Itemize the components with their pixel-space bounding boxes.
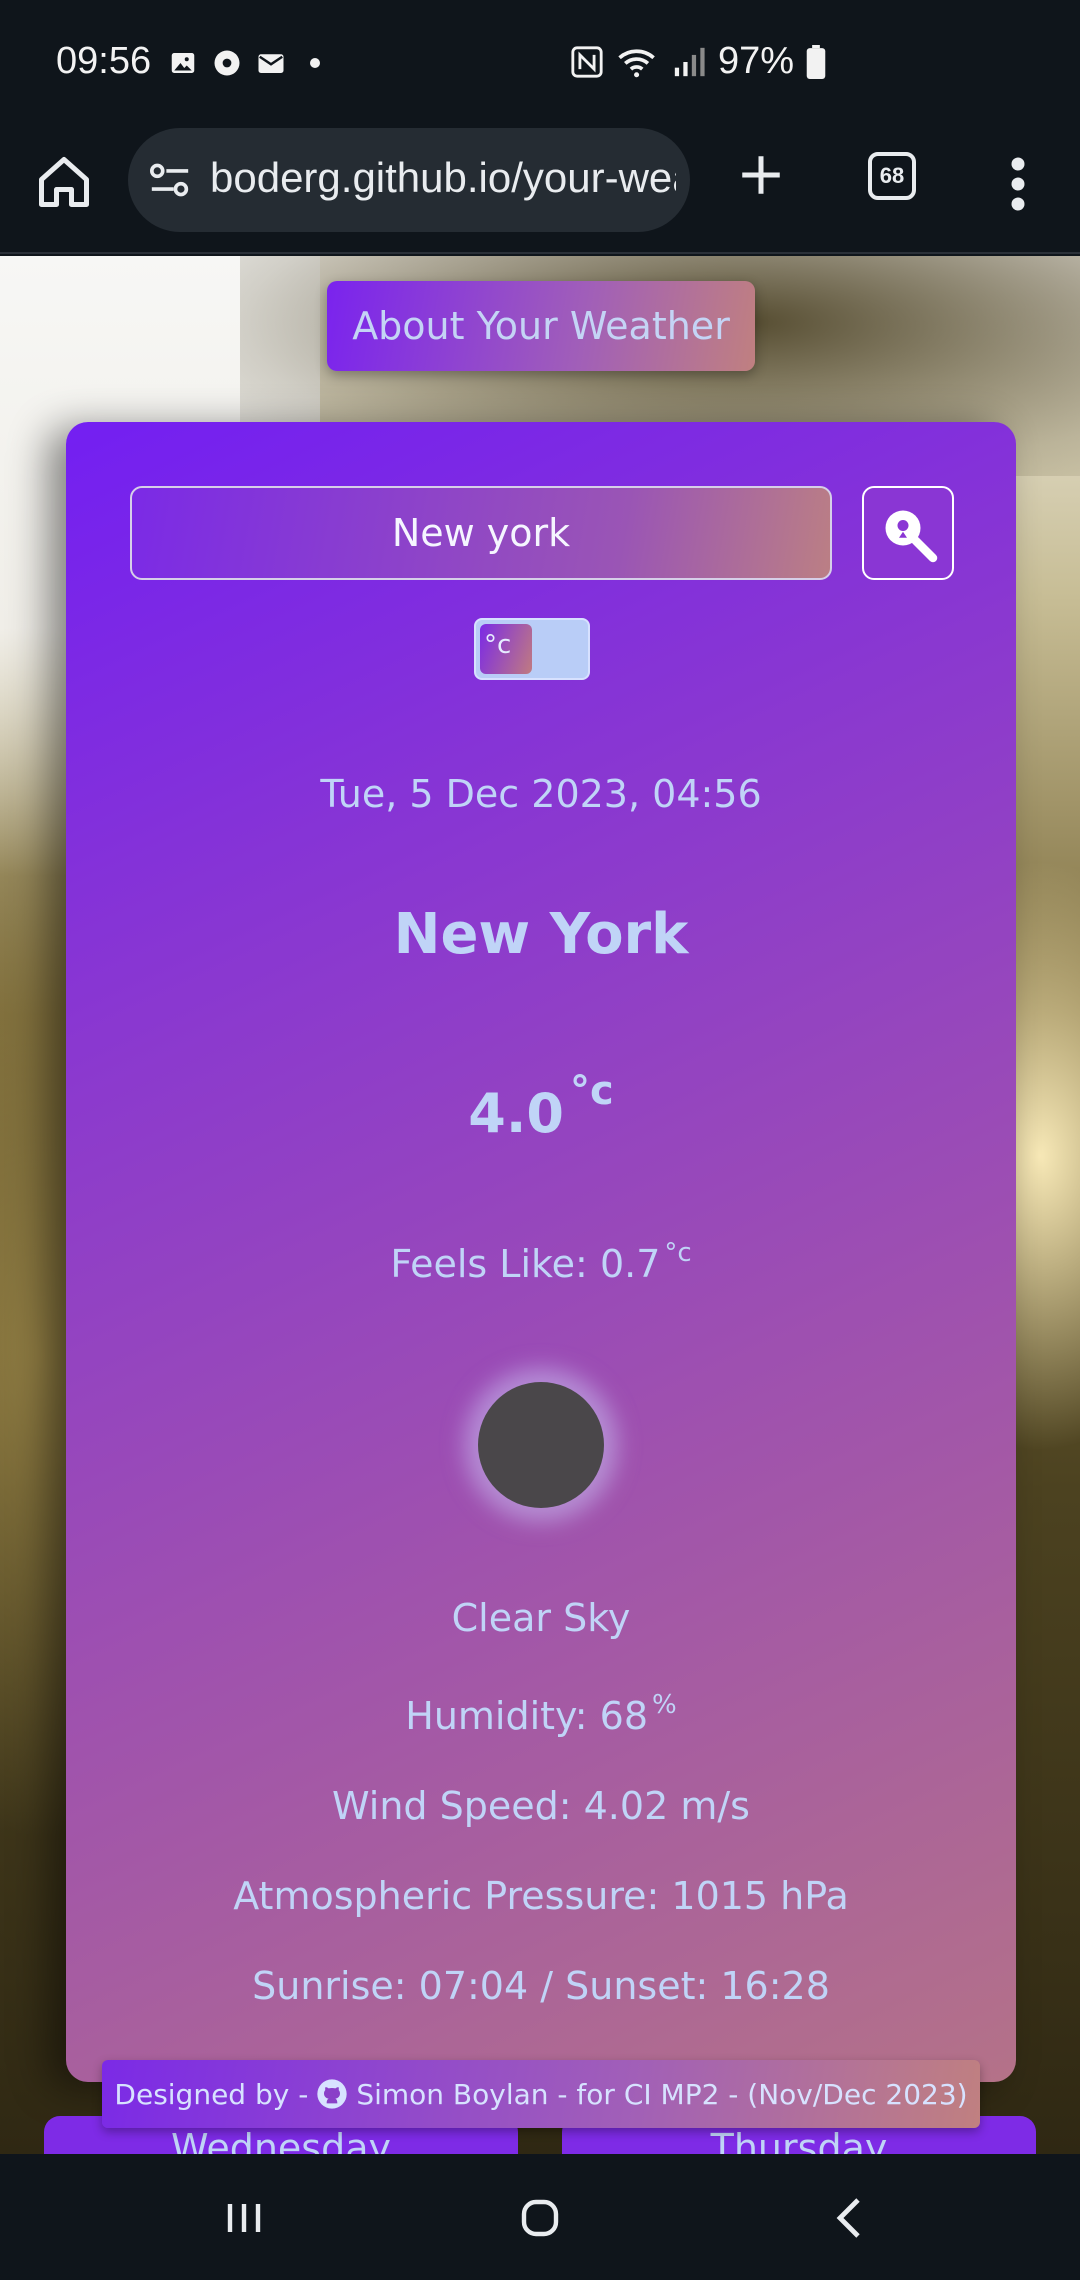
tab-switcher-button[interactable]: 68 [868, 152, 916, 200]
feels-like: Feels Like: 0.7 °c [66, 1238, 1016, 1286]
humidity-unit: % [652, 1690, 677, 1720]
system-navigation-bar [0, 2154, 1080, 2280]
feels-like-unit: °c [664, 1238, 692, 1268]
mail-icon [258, 54, 284, 73]
web-page: About Your Weather °c Tue, 5 Dec 2023, 0… [0, 256, 1080, 2154]
back-icon[interactable] [826, 2194, 874, 2242]
status-right: 97% [570, 40, 826, 83]
atmospheric-pressure: Atmospheric Pressure: 1015 hPa [233, 1874, 849, 1918]
home-nav-icon[interactable] [516, 2194, 564, 2242]
battery-percent: 97% [718, 40, 795, 82]
browser-toolbar: boderg.github.io/your-weather 68 [0, 128, 1080, 254]
notification-icons [168, 48, 330, 78]
recent-apps-icon[interactable] [220, 2194, 268, 2242]
unit-toggle-knob: °c [480, 624, 532, 674]
weather-description: Clear Sky [451, 1596, 631, 1640]
address-bar[interactable]: boderg.github.io/your-weather [128, 128, 690, 232]
feels-like-value: Feels Like: 0.7 [390, 1242, 661, 1286]
weather-card: °c Tue, 5 Dec 2023, 04:56 New York 4.0°c… [66, 422, 1016, 2082]
site-settings-icon[interactable] [148, 160, 192, 200]
unit-toggle[interactable]: °c [474, 618, 590, 680]
nfc-icon [571, 45, 603, 78]
credit-text[interactable]: Simon Boylan - for CI MP2 - (Nov/Dec 202… [356, 2078, 967, 2111]
wifi-icon [618, 48, 655, 77]
date-time: Tue, 5 Dec 2023, 04:56 [320, 772, 762, 816]
temperature-unit: °c [569, 1068, 614, 1114]
designer-credit: Designed by - Simon Boylan - for CI MP2 … [102, 2060, 980, 2128]
gallery-icon [171, 53, 195, 73]
home-icon[interactable] [34, 152, 94, 212]
wind-speed: Wind Speed: 4.02 m/s [332, 1784, 750, 1828]
sunrise-sunset: Sunrise: 07:04 / Sunset: 16:28 [252, 1964, 830, 2008]
humidity-value: Humidity: 68 [405, 1694, 649, 1738]
status-bar: 09:56 97% [0, 0, 1080, 128]
about-button[interactable]: About Your Weather [327, 281, 755, 371]
new-tab-icon[interactable] [736, 150, 786, 200]
url-text[interactable]: boderg.github.io/your-weather [210, 154, 676, 202]
dot-icon [310, 58, 320, 68]
credit-prefix: Designed by - [114, 2077, 309, 2111]
city-name: New York [393, 902, 689, 967]
github-icon[interactable] [316, 2078, 348, 2110]
search-button[interactable] [862, 486, 954, 580]
temperature: 4.0 °c [66, 1068, 1016, 1145]
location-search-icon [885, 510, 938, 563]
status-time: 09:56 [56, 40, 152, 82]
more-options-icon[interactable] [1000, 154, 1036, 214]
city-search-input[interactable] [130, 486, 832, 580]
temperature-value: 4.0 [468, 1082, 564, 1145]
clear-night-icon [478, 1382, 604, 1508]
signal-icon [674, 47, 705, 76]
humidity: Humidity: 68% [66, 1690, 1016, 1738]
battery-icon [806, 44, 826, 79]
disc-icon [214, 50, 240, 76]
